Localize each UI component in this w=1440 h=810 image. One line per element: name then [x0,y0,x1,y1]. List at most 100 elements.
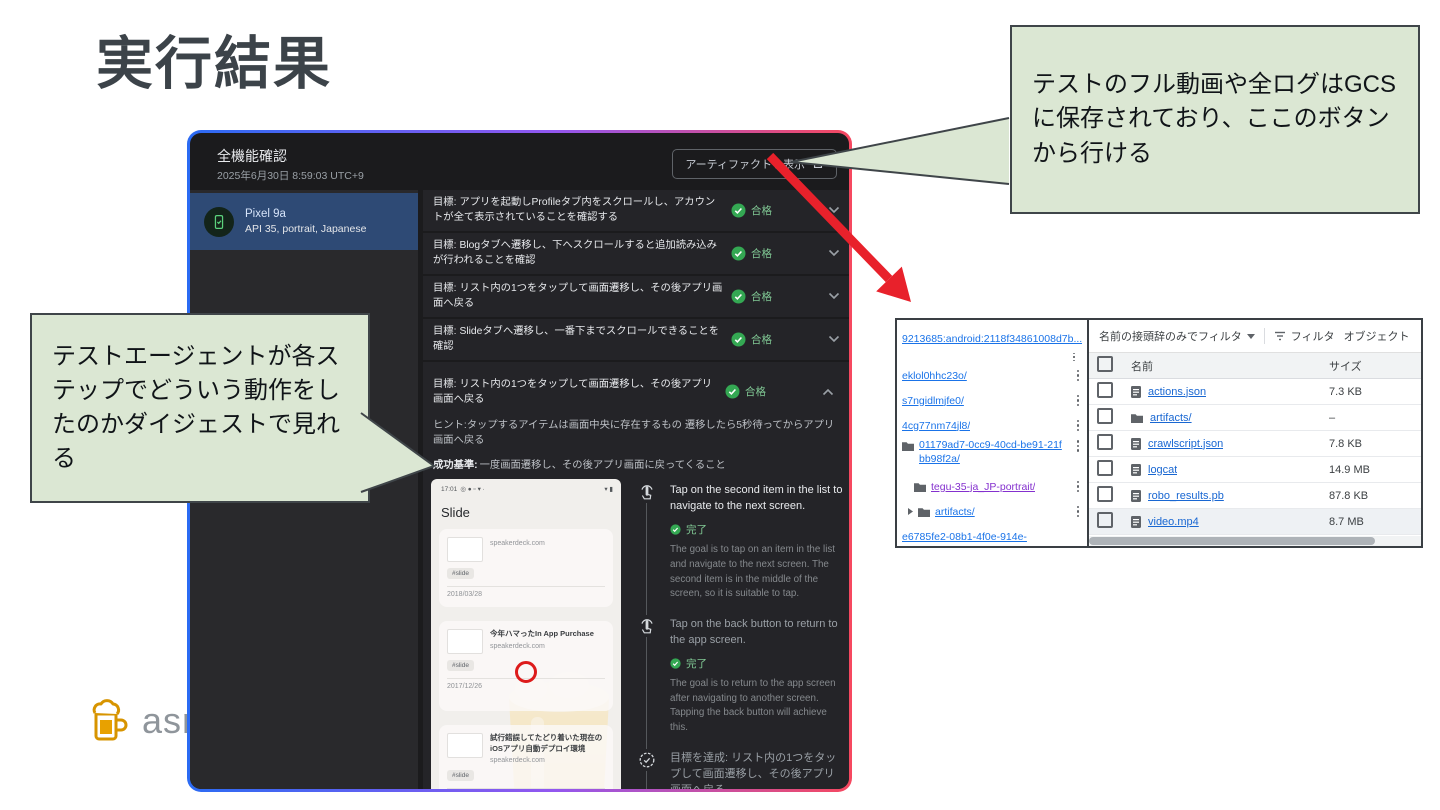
card-site: speakerdeck.com [490,540,545,548]
gcs-browser-panel: 9213685:android:2118f34861008d7b... eklo… [895,318,1423,548]
goal-row-expanded[interactable]: 目標: リスト内の1つをタップして画面遷移し、その後アプリ画面へ戻る 合格 [433,372,843,413]
goal-achieved-badge-icon [636,748,658,771]
chevron-up-icon[interactable] [817,388,839,396]
card-date: 2018/03/28 [447,591,483,599]
open-in-new-icon [813,159,823,169]
more-options-icon[interactable] [1073,504,1084,520]
sidebar-item-device[interactable]: Pixel 9a API 35, portrait, Japanese [190,193,418,250]
table-row: video.mp4 8.7 MB [1089,509,1421,535]
select-all-checkbox[interactable] [1097,356,1113,372]
status-label: 合格 [751,333,772,346]
object-size: 14.9 MB [1329,463,1370,476]
tree-link[interactable]: s7ngidlmjfe0/ [902,395,964,407]
list-item: 試行錯誤してたどり着いた現在のiOSアプリ自動デプロイ環境 speakerdec… [439,725,613,789]
filter-button[interactable]: フィルタ [1274,328,1335,344]
expand-caret-icon[interactable] [908,508,913,515]
more-options-icon[interactable] [1073,368,1084,384]
brand-logo: asn [86,698,203,744]
goal-prefix: 目標: [433,239,457,251]
slide-thumbnail [447,629,483,655]
phone-status-icons: ◎ ● ▫ ▾ · [460,486,485,494]
filter-list-icon [1274,331,1285,341]
expanded-goal-section: 目標: リスト内の1つをタップして画面遷移し、その後アプリ画面へ戻る 合格 ヒント… [423,361,849,789]
more-options-icon[interactable] [1069,351,1080,363]
file-icon [1131,385,1141,398]
tree-link[interactable]: 4cg77nm74jl8/ [902,420,970,432]
step-detail: The goal is to return to the app screen … [670,677,836,733]
file-icon [1131,437,1141,450]
more-options-icon[interactable] [1073,479,1084,495]
goal-text: Slideタブへ遷移し、一番下までスクロールできることを確認 [433,325,719,353]
dropdown-arrow-icon [1246,333,1255,339]
object-size: 87.8 KB [1329,489,1369,502]
horizontal-scrollbar[interactable] [1089,536,1421,546]
filter-button-label: フィルタ [1290,331,1335,343]
table-header-row: 名前 サイズ [1089,353,1421,379]
row-checkbox[interactable] [1097,486,1113,502]
status-label: 合格 [745,386,766,399]
table-row: logcat 14.9 MB [1089,457,1421,483]
object-link[interactable]: crawlscript.json [1148,438,1223,450]
show-artifacts-button[interactable]: アーティファクトを表示 [672,149,837,179]
goal-prefix: 目標: [433,282,457,294]
slide-thumbnail [447,733,483,759]
status-badge: 合格 [731,289,823,304]
row-checkbox[interactable] [1097,512,1113,528]
object-link[interactable]: artifacts/ [1150,412,1192,424]
success-criteria: 成功基準: 一度画面遷移し、その後アプリ画面に戻ってくること [433,456,843,471]
tree-link[interactable]: artifacts/ [935,506,975,518]
chevron-down-icon[interactable] [823,206,845,214]
goal-prefix: 目標: [433,197,457,208]
goal-hint: ヒント:タップするアイテムは画面中央に存在するもの 遷移したら5秒待ってからアプ… [433,420,835,447]
callout-text: テストのフル動画や全ログはGCSに保存されており、ここのボタンから行ける [1032,71,1397,167]
tree-link[interactable]: e6785fe2-08b1-4f0e-914e- [902,531,1027,543]
tree-link[interactable]: 01179ad7-0cc9-40cd-be91-21fbb98f2a/ [919,438,1068,466]
file-icon [1131,515,1141,528]
tree-link[interactable]: eklol0hhc23o/ [902,370,967,382]
goal-row[interactable]: 目標: リスト内の1つをタップして画面遷移し、その後アプリ画面へ戻る 合格 [423,275,849,317]
folder-icon [914,482,926,492]
object-link[interactable]: robo_results.pb [1148,490,1224,502]
status-badge: 合格 [731,246,823,261]
pass-check-icon [731,203,746,218]
card-tag: #slide [447,769,474,781]
success-criteria-label: 成功基準: [433,460,478,472]
goal-row[interactable]: 目標: アプリを起動しProfileタブ内をスクロールし、アカウントが全て表示され… [423,190,849,231]
chevron-down-icon[interactable] [823,249,845,257]
tap-gesture-icon [636,615,658,637]
object-link[interactable]: video.mp4 [1148,516,1199,528]
callout-gcs-note: テストのフル動画や全ログはGCSに保存されており、ここのボタンから行ける [1010,25,1420,214]
callout-digest-note: テストエージェントが各ステップでどういう動作をしたのかダイジェストで見れる [30,313,370,503]
filter-prefix-dropdown[interactable]: 名前の接頭辞のみでフィルタ [1099,328,1255,344]
device-name: Pixel 9a [245,208,286,220]
folder-icon [902,442,914,451]
goal-row[interactable]: 目標: Blogタブへ遷移し、下へスクロールすると追加読み込みが行われることを確認… [423,232,849,274]
row-checkbox[interactable] [1097,408,1113,424]
chevron-down-icon[interactable] [823,335,845,343]
scrollbar-thumb[interactable] [1089,537,1375,545]
gcs-object-table: 名前の接頭辞のみでフィルタ フィルタ オブジェクト 名前 サイズ actions… [1089,320,1421,546]
more-options-icon[interactable] [1073,438,1084,454]
tree-link[interactable]: 9213685:android:2118f34861008d7b... [902,333,1082,345]
more-options-icon[interactable] [1073,393,1084,409]
tree-link[interactable]: tegu-35-ja_JP-portrait/ [931,481,1035,493]
goal-row[interactable]: 目標: Slideタブへ遷移し、一番下までスクロールできることを確認 合格 [423,318,849,360]
row-checkbox[interactable] [1097,434,1113,450]
row-checkbox[interactable] [1097,382,1113,398]
card-title: 試行錯誤してたどり着いた現在のiOSアプリ自動デプロイ環境 [490,733,603,753]
step-digest: 17:01 ◎ ● ▫ ▾ · ▾ ▮ Slide speakerdeck.co… [431,479,843,789]
status-badge: 合格 [731,332,823,347]
step-status: 完了 [670,522,843,537]
more-options-icon[interactable] [1073,418,1084,434]
timeline-step: 目標を達成: リスト内の1つをタップして画面遷移し、その後アプリ画面へ戻る 完了… [635,748,843,789]
object-link[interactable]: actions.json [1148,386,1206,398]
object-size: 7.8 KB [1329,437,1363,450]
folder-icon [918,507,930,517]
filter-prefix-label: 名前の接頭辞のみでフィルタ [1099,331,1242,343]
chevron-down-icon[interactable] [823,292,845,300]
row-checkbox[interactable] [1097,460,1113,476]
goal-text: Blogタブへ遷移し、下へスクロールすると追加読み込みが行われることを確認 [433,239,717,267]
card-date: 2017/12/26 [447,683,483,691]
object-link[interactable]: logcat [1148,464,1177,476]
card-title: 今年ハマったIn App Purchase [490,629,594,639]
